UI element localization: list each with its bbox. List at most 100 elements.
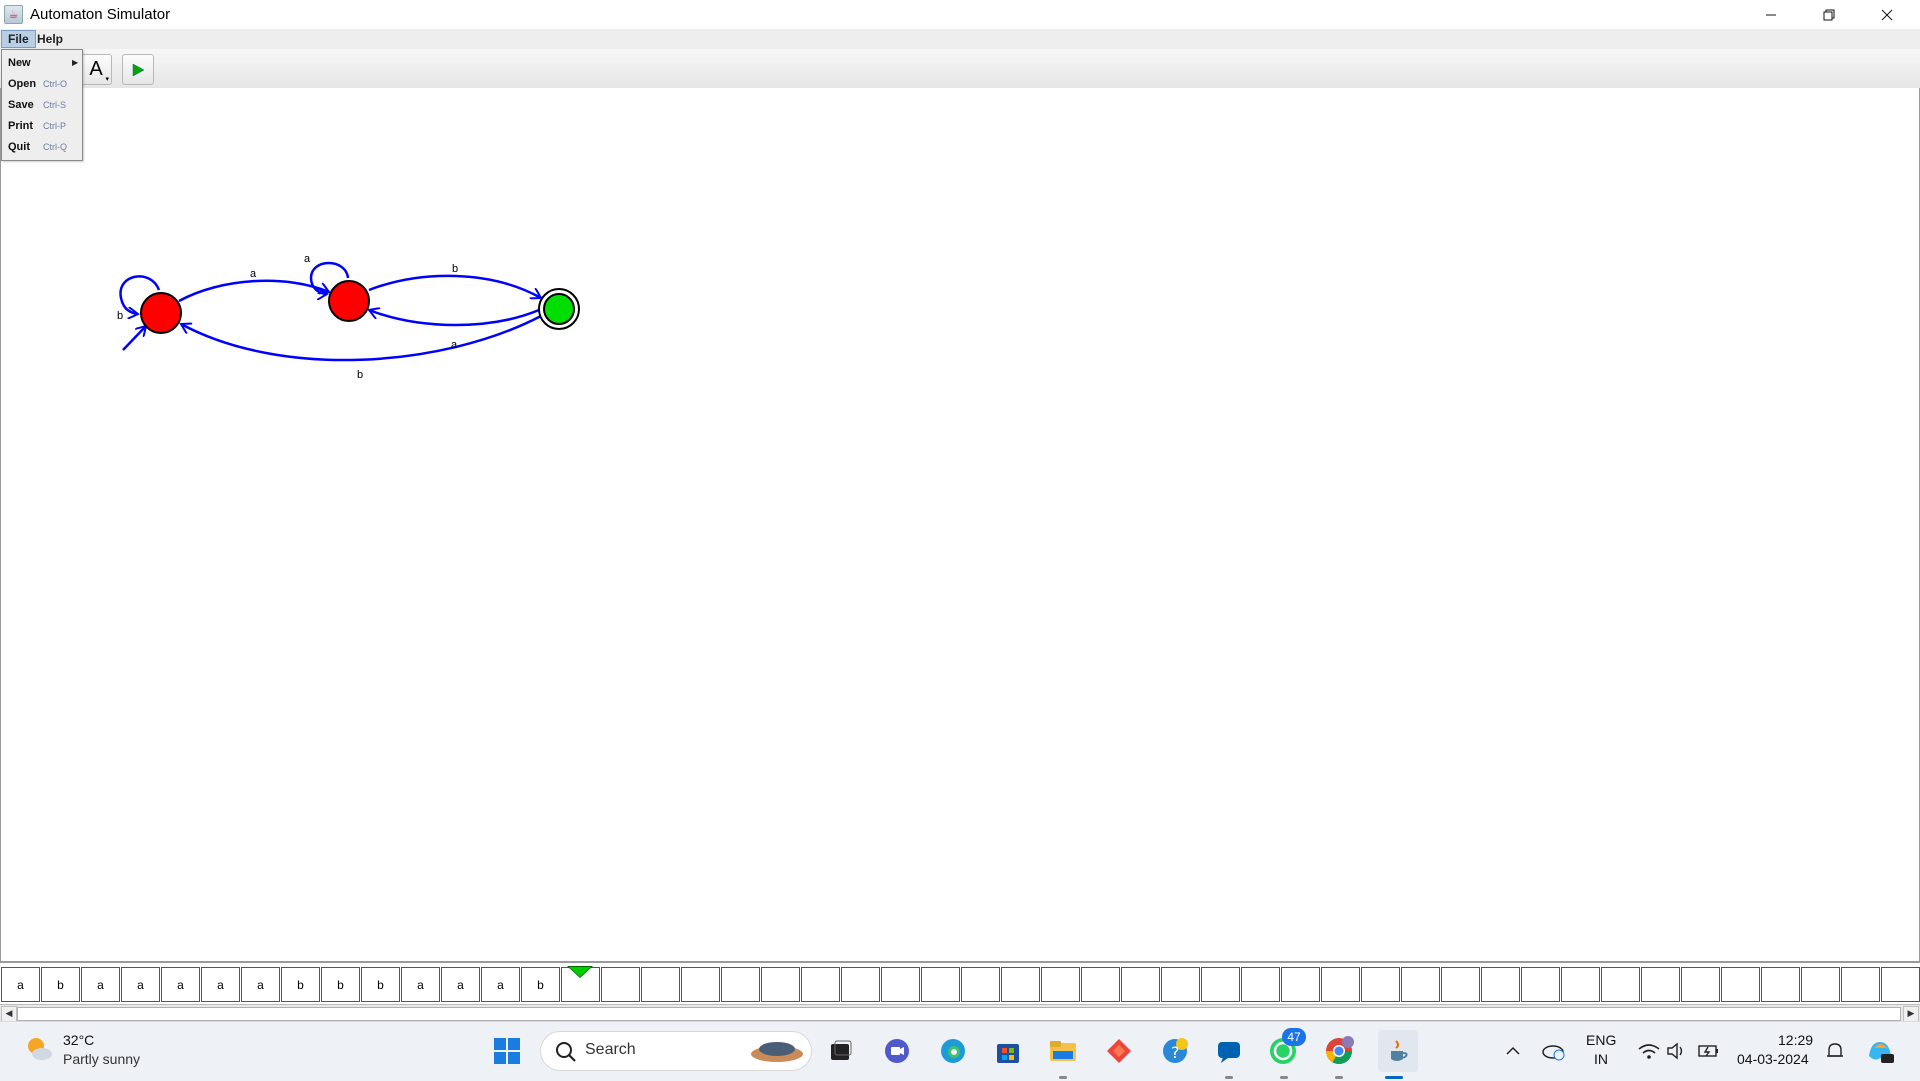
input-tape[interactable]: abaaaaabbbaaab xyxy=(0,962,1920,1005)
volume-button[interactable] xyxy=(1662,1036,1692,1066)
copilot-button[interactable] xyxy=(1865,1036,1895,1066)
tape-cell[interactable] xyxy=(801,967,840,1002)
tape-cell[interactable] xyxy=(1401,967,1440,1002)
tape-cell[interactable]: a xyxy=(241,967,280,1002)
tape-cell[interactable] xyxy=(921,967,960,1002)
restore-button[interactable] xyxy=(1800,0,1858,29)
state-s2[interactable] xyxy=(543,293,575,325)
dropdown-indicator-icon: ▾ xyxy=(105,76,109,83)
tape-cell[interactable] xyxy=(1001,967,1040,1002)
tape-cell[interactable] xyxy=(681,967,720,1002)
tape-cell[interactable] xyxy=(1281,967,1320,1002)
state-s1[interactable] xyxy=(328,280,370,322)
tape-cell[interactable] xyxy=(1201,967,1240,1002)
java-app-taskbar-button[interactable] xyxy=(1378,1030,1418,1072)
tape-cell[interactable] xyxy=(1721,967,1760,1002)
task-view-icon xyxy=(831,1040,852,1060)
battery-button[interactable] xyxy=(1694,1036,1724,1066)
tape-cell[interactable] xyxy=(1081,967,1120,1002)
text-tool-button[interactable]: A ▾ xyxy=(80,54,112,85)
tape-cell[interactable] xyxy=(1481,967,1520,1002)
tape-cell[interactable] xyxy=(1561,967,1600,1002)
anydesk-button[interactable] xyxy=(1104,1036,1134,1066)
tape-cell[interactable] xyxy=(961,967,1000,1002)
horizontal-scrollbar[interactable]: ◀ ▶ xyxy=(0,1004,1920,1022)
tape-cell[interactable] xyxy=(1601,967,1640,1002)
partly-sunny-icon[interactable] xyxy=(24,1034,54,1064)
tape-cell[interactable]: b xyxy=(281,967,320,1002)
tape-cell[interactable]: b xyxy=(321,967,360,1002)
tape-cell[interactable]: b xyxy=(521,967,560,1002)
tape-cell[interactable] xyxy=(1041,967,1080,1002)
chrome-icon xyxy=(1325,1036,1354,1065)
state-s0[interactable] xyxy=(140,292,182,334)
tape-cell[interactable]: a xyxy=(161,967,200,1002)
onedrive-button[interactable] xyxy=(1539,1036,1569,1066)
tape-cell[interactable] xyxy=(1801,967,1840,1002)
menu-item-shortcut: Ctrl-S xyxy=(43,100,66,110)
tape-cell[interactable] xyxy=(1321,967,1360,1002)
tape-cell[interactable] xyxy=(1521,967,1560,1002)
weather-description[interactable]: Partly sunny xyxy=(63,1051,140,1067)
restore-icon xyxy=(1823,9,1835,20)
close-button[interactable] xyxy=(1858,0,1916,29)
weather-temperature[interactable]: 32°C xyxy=(63,1032,94,1048)
task-view-button[interactable] xyxy=(826,1036,856,1066)
search-label: Search xyxy=(585,1041,636,1058)
tape-cell[interactable] xyxy=(1121,967,1160,1002)
tape-cell[interactable]: a xyxy=(121,967,160,1002)
automaton-canvas[interactable]: b a a b a b xyxy=(0,88,1920,962)
tape-cell[interactable] xyxy=(841,967,880,1002)
tape-cell[interactable] xyxy=(1641,967,1680,1002)
tape-cell[interactable] xyxy=(1681,967,1720,1002)
tape-cell[interactable] xyxy=(641,967,680,1002)
tape-cell[interactable]: a xyxy=(1,967,40,1002)
tape-cell[interactable] xyxy=(1361,967,1400,1002)
show-hidden-icons-button[interactable] xyxy=(1498,1036,1528,1066)
tape-cell[interactable]: a xyxy=(81,967,120,1002)
tape-cell[interactable] xyxy=(721,967,760,1002)
tape-cell[interactable] xyxy=(1761,967,1800,1002)
tape-cell[interactable] xyxy=(1241,967,1280,1002)
tape-cell[interactable] xyxy=(1881,967,1920,1002)
anydesk-icon xyxy=(1107,1039,1131,1063)
file-explorer-button[interactable] xyxy=(1048,1036,1078,1066)
language-region[interactable]: IN xyxy=(1594,1051,1608,1067)
clock-time[interactable]: 12:29 xyxy=(1778,1032,1813,1048)
tape-cell[interactable]: b xyxy=(361,967,400,1002)
tape-cell[interactable]: a xyxy=(201,967,240,1002)
quick-assist-button[interactable] xyxy=(1214,1036,1244,1066)
help-app-button[interactable]: ? xyxy=(1160,1036,1190,1066)
chrome-button[interactable] xyxy=(1324,1036,1354,1066)
language-indicator[interactable]: ENG xyxy=(1586,1032,1616,1048)
scroll-right-button[interactable]: ▶ xyxy=(1903,1006,1919,1022)
wifi-button[interactable] xyxy=(1634,1036,1664,1066)
tape-cell[interactable]: a xyxy=(401,967,440,1002)
menu-item-quit[interactable]: Quit Ctrl-Q xyxy=(8,137,78,157)
teams-meet-button[interactable] xyxy=(882,1036,912,1066)
tape-cell[interactable]: a xyxy=(481,967,520,1002)
tape-cell[interactable]: b xyxy=(41,967,80,1002)
tape-cell[interactable] xyxy=(601,967,640,1002)
tape-cell[interactable] xyxy=(1161,967,1200,1002)
edge-browser-button[interactable] xyxy=(938,1036,968,1066)
notifications-button[interactable] xyxy=(1820,1036,1850,1066)
clock-date[interactable]: 04-03-2024 xyxy=(1737,1051,1809,1067)
tape-cell[interactable]: a xyxy=(441,967,480,1002)
tape-cell[interactable] xyxy=(1441,967,1480,1002)
scrollbar-thumb[interactable] xyxy=(17,1007,1901,1021)
tape-cell[interactable] xyxy=(1841,967,1880,1002)
tape-cell[interactable] xyxy=(881,967,920,1002)
menu-item-new[interactable]: New ▶ xyxy=(8,53,78,73)
menu-help[interactable]: Help xyxy=(31,30,69,48)
start-button[interactable] xyxy=(492,1036,522,1066)
minimize-button[interactable] xyxy=(1742,0,1800,29)
taskbar-search[interactable]: Search xyxy=(540,1031,812,1071)
scroll-left-button[interactable]: ◀ xyxy=(1,1006,17,1022)
run-button[interactable] xyxy=(122,54,154,85)
microsoft-store-button[interactable] xyxy=(993,1036,1023,1066)
menu-item-print[interactable]: Print Ctrl-P xyxy=(8,116,78,136)
menu-item-open[interactable]: Open Ctrl-O xyxy=(8,74,78,94)
menu-item-save[interactable]: Save Ctrl-S xyxy=(8,95,78,115)
tape-cell[interactable] xyxy=(761,967,800,1002)
